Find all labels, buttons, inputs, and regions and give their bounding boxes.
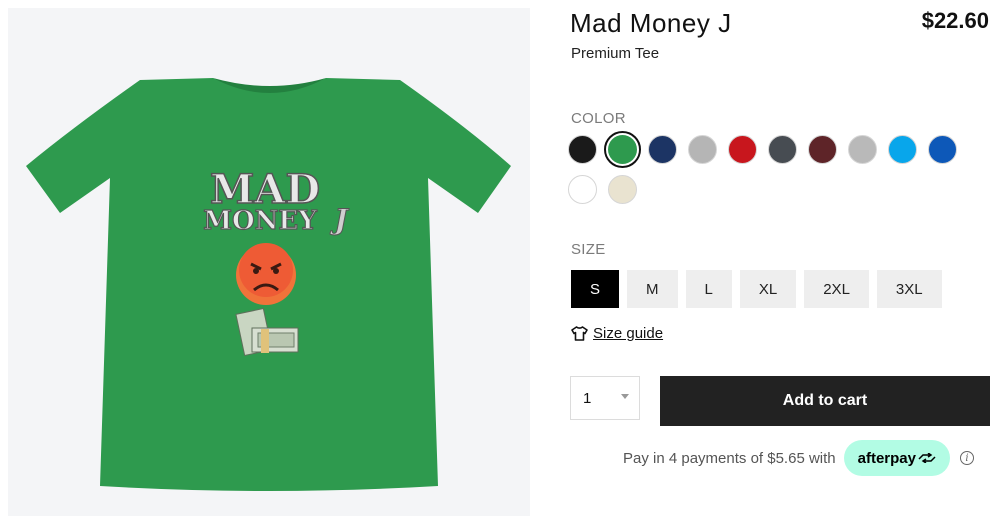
size-label: SIZE (571, 241, 606, 258)
color-swatch-green[interactable] (604, 131, 641, 168)
quantity-value: 1 (583, 389, 592, 407)
size-options: S M L XL 2XL 3XL (571, 270, 942, 308)
color-swatch-charcoal[interactable] (768, 135, 797, 164)
info-icon[interactable]: i (959, 451, 974, 465)
color-swatch-silver[interactable] (848, 135, 877, 164)
color-swatch-maroon[interactable] (808, 135, 837, 164)
tshirt-illustration: MAD MONEY J (26, 78, 511, 491)
afterpay-arrows-icon (918, 453, 936, 463)
size-option-m[interactable]: M (627, 270, 678, 308)
print-money-text: MONEY (203, 206, 317, 236)
color-swatch-white[interactable] (568, 175, 597, 204)
afterpay-brand: afterpay (857, 449, 916, 467)
size-option-s[interactable]: S (571, 270, 620, 308)
afterpay-text: Pay in 4 payments of $5.65 with (623, 449, 836, 467)
color-swatch-sky-blue[interactable] (888, 135, 917, 164)
product-title: Mad Money J (570, 8, 732, 38)
size-guide-link[interactable]: Size guide (571, 325, 663, 342)
add-to-cart-button[interactable]: Add to cart (660, 376, 990, 426)
color-swatch-red[interactable] (728, 135, 757, 164)
afterpay-badge[interactable]: afterpay (843, 440, 950, 476)
size-option-l[interactable]: L (685, 270, 732, 308)
size-option-2xl[interactable]: 2XL (804, 270, 869, 308)
color-swatch-cream[interactable] (608, 175, 637, 204)
size-option-xl[interactable]: XL (739, 270, 797, 308)
color-swatches (568, 131, 978, 215)
afterpay-row: Pay in 4 payments of $5.65 with afterpay… (623, 440, 974, 476)
color-label: COLOR (571, 110, 626, 127)
swatch-row (568, 131, 978, 168)
color-swatch-navy[interactable] (648, 135, 677, 164)
chevron-down-icon (621, 394, 629, 399)
product-subtitle: Premium Tee (571, 45, 660, 62)
product-price: $22.60 (921, 8, 989, 33)
quantity-select[interactable]: 1 (570, 376, 640, 420)
color-swatch-light-gray[interactable] (688, 135, 717, 164)
tshirt-icon (571, 326, 588, 341)
color-swatch-black[interactable] (568, 135, 597, 164)
color-swatch-royal-blue[interactable] (928, 135, 957, 164)
size-guide-label: Size guide (593, 325, 664, 342)
size-option-3xl[interactable]: 3XL (876, 270, 942, 308)
product-image[interactable]: MAD MONEY J (8, 8, 530, 516)
swatch-row (568, 175, 978, 204)
